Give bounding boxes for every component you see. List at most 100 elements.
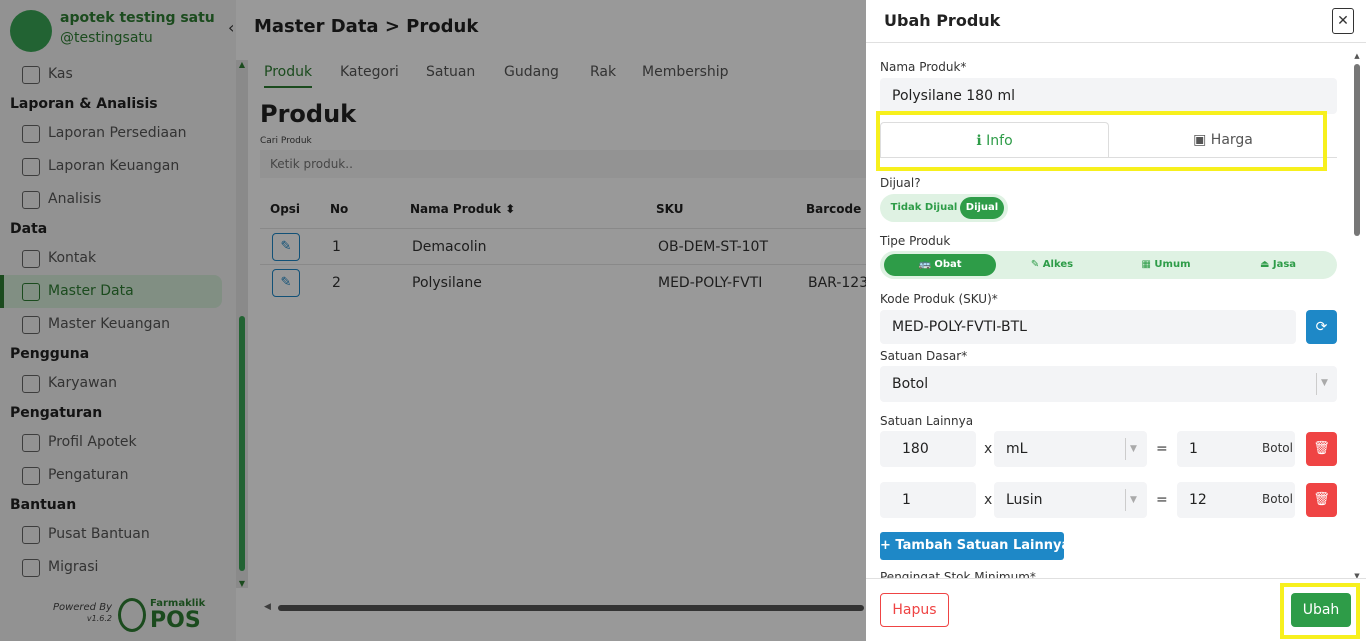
app-name: apotek testing satu bbox=[60, 10, 215, 26]
cell-no: 2 bbox=[332, 275, 341, 291]
edit-button[interactable]: ✎ bbox=[272, 233, 300, 261]
sidebar-item-laporan-persediaan[interactable]: Laporan Persediaan bbox=[0, 117, 236, 150]
drawer-scrollbar[interactable]: ▲ ▼ bbox=[1352, 52, 1362, 580]
product-search-input[interactable] bbox=[260, 150, 866, 178]
sidebar-item-label: Pusat Bantuan bbox=[48, 526, 150, 542]
migrate-icon bbox=[22, 559, 40, 577]
sidebar-item-master-data[interactable]: Master Data bbox=[0, 275, 222, 308]
sidebar-item-profil-apotek[interactable]: Profil Apotek bbox=[0, 426, 236, 459]
nama-produk-label: Nama Produk* bbox=[880, 60, 967, 74]
add-unit-button[interactable]: + Tambah Satuan Lainnya bbox=[880, 532, 1070, 560]
select-separator bbox=[1316, 373, 1317, 395]
farmaklik-pos-logo: Farmaklik POS bbox=[150, 598, 205, 633]
cell-barcode: BAR-123 bbox=[808, 275, 869, 291]
sidebar-scrollbar[interactable]: ▲ ▼ bbox=[236, 60, 248, 588]
close-button[interactable]: ✕ bbox=[1332, 8, 1354, 34]
pencil-icon: ✎ bbox=[280, 239, 292, 254]
nav-section-label: Laporan & Analisis bbox=[10, 96, 158, 112]
tab-produk[interactable]: Produk bbox=[264, 56, 313, 88]
chevron-down-icon[interactable]: ▼ bbox=[1321, 378, 1328, 388]
brand-big: POS bbox=[150, 608, 201, 633]
delete-conversion-button[interactable]: 🗑 bbox=[1306, 483, 1337, 517]
sidebar-item-kas[interactable]: Kas bbox=[0, 58, 236, 91]
chevron-down-icon[interactable]: ▼ bbox=[1130, 444, 1137, 454]
powered-by-text: Powered By bbox=[52, 602, 112, 613]
sort-icon[interactable]: ⬍ bbox=[505, 202, 515, 216]
sidebar-item-kontak[interactable]: Kontak bbox=[0, 242, 236, 275]
tipe-produk-label: Tipe Produk bbox=[880, 234, 951, 248]
highlight-box-tabs bbox=[876, 111, 1327, 171]
submit-button[interactable]: Ubah bbox=[1291, 593, 1351, 627]
nama-produk-input[interactable]: Polysilane 180 ml bbox=[880, 78, 1337, 114]
chevron-down-icon[interactable]: ▼ bbox=[1130, 495, 1137, 505]
sidebar-item-master-keuangan[interactable]: Master Keuangan bbox=[0, 308, 236, 341]
sidebar-item-label: Analisis bbox=[48, 191, 102, 207]
scroll-left-icon[interactable]: ◀ bbox=[264, 602, 271, 612]
collapse-sidebar-button[interactable]: ‹ bbox=[228, 18, 234, 37]
cash-icon bbox=[22, 66, 40, 84]
option-umum[interactable]: ▦ Umum bbox=[1110, 254, 1222, 276]
dijual-toggle: Tidak Dijual Dijual bbox=[880, 194, 1008, 222]
powered-by: Powered By v1.6.2 bbox=[48, 602, 112, 624]
equals-sign: = bbox=[1156, 492, 1168, 508]
conversion-qty-input[interactable]: 180 bbox=[880, 431, 976, 467]
sidebar-item-migrasi[interactable]: Migrasi bbox=[0, 551, 236, 584]
pencil-icon: ✎ bbox=[280, 275, 292, 290]
sidebar-item-laporan-keuangan[interactable]: Laporan Keuangan bbox=[0, 150, 236, 183]
sidebar-nav: Kas Laporan & Analisis Laporan Persediaan L… bbox=[0, 58, 236, 584]
scroll-up-icon[interactable]: ▲ bbox=[1352, 52, 1362, 60]
delete-conversion-button[interactable]: 🗑 bbox=[1306, 432, 1337, 466]
option-tidak-dijual[interactable]: Tidak Dijual bbox=[886, 197, 962, 219]
edit-product-drawer: Ubah Produk ✕ Nama Produk* Polysilane 18… bbox=[866, 0, 1366, 641]
option-jasa[interactable]: ⏏ Jasa bbox=[1222, 254, 1334, 276]
tab-satuan[interactable]: Satuan bbox=[426, 56, 475, 88]
option-obat[interactable]: 🚌 Obat bbox=[884, 254, 996, 276]
sidebar-item-pengaturan[interactable]: Pengaturan bbox=[0, 459, 236, 492]
sidebar-item-karyawan[interactable]: Karyawan bbox=[0, 367, 236, 400]
sku-input[interactable]: MED-POLY-FVTI-BTL bbox=[880, 310, 1296, 344]
delete-button[interactable]: Hapus bbox=[880, 593, 949, 627]
sidebar-item-analisis[interactable]: Analisis bbox=[0, 183, 236, 216]
generate-sku-button[interactable]: ⟳ bbox=[1306, 310, 1337, 344]
sidebar-item-pusat-bantuan[interactable]: Pusat Bantuan bbox=[0, 518, 236, 551]
activity-icon bbox=[22, 191, 40, 209]
col-header-nama-label: Nama Produk bbox=[410, 202, 501, 216]
option-dijual[interactable]: Dijual bbox=[960, 197, 1004, 219]
database-icon bbox=[22, 283, 40, 301]
scroll-up-icon[interactable]: ▲ bbox=[237, 60, 247, 69]
close-icon: ✕ bbox=[1337, 13, 1349, 29]
scroll-down-icon[interactable]: ▼ bbox=[237, 579, 247, 588]
times-sign: x bbox=[984, 492, 993, 508]
cell-name: Demacolin bbox=[412, 239, 487, 255]
nav-section-heading: Pengaturan bbox=[0, 400, 236, 426]
nav-section-label: Pengaturan bbox=[10, 405, 103, 421]
trash-icon: 🗑 bbox=[1313, 441, 1330, 456]
scroll-thumb[interactable] bbox=[278, 605, 864, 611]
clipboard-icon bbox=[22, 158, 40, 176]
master-tabs: Produk Kategori Satuan Gudang Rak Member… bbox=[250, 56, 866, 90]
drawer-footer: Hapus Ubah bbox=[866, 578, 1366, 641]
select-separator bbox=[1125, 438, 1126, 460]
satuan-lainnya-label: Satuan Lainnya bbox=[880, 414, 974, 428]
col-header-opsi: Opsi bbox=[270, 202, 301, 216]
base-unit-label: Botol bbox=[1262, 492, 1293, 506]
tab-gudang[interactable]: Gudang bbox=[504, 56, 559, 88]
tab-kategori[interactable]: Kategori bbox=[340, 56, 399, 88]
wallet-icon bbox=[22, 316, 40, 334]
base-unit-label: Botol bbox=[1262, 441, 1293, 455]
scroll-thumb[interactable] bbox=[239, 316, 245, 571]
tab-rak[interactable]: Rak bbox=[590, 56, 616, 88]
edit-button[interactable]: ✎ bbox=[272, 269, 300, 297]
table-horizontal-scrollbar[interactable]: ◀ bbox=[264, 602, 864, 612]
conversion-qty-input[interactable]: 1 bbox=[880, 482, 976, 518]
option-alkes[interactable]: ✎ Alkes bbox=[996, 254, 1108, 276]
satuan-dasar-select[interactable]: Botol bbox=[880, 366, 1337, 402]
col-header-nama[interactable]: Nama Produk ⬍ bbox=[410, 192, 515, 226]
tab-membership[interactable]: Membership bbox=[642, 56, 729, 88]
trash-icon: 🗑 bbox=[1313, 492, 1330, 507]
clipboard-icon bbox=[22, 125, 40, 143]
pharmacy-logo-icon bbox=[10, 10, 52, 52]
sidebar-item-label: Master Keuangan bbox=[48, 316, 171, 332]
select-separator bbox=[1125, 489, 1126, 511]
scroll-thumb[interactable] bbox=[1354, 64, 1360, 236]
